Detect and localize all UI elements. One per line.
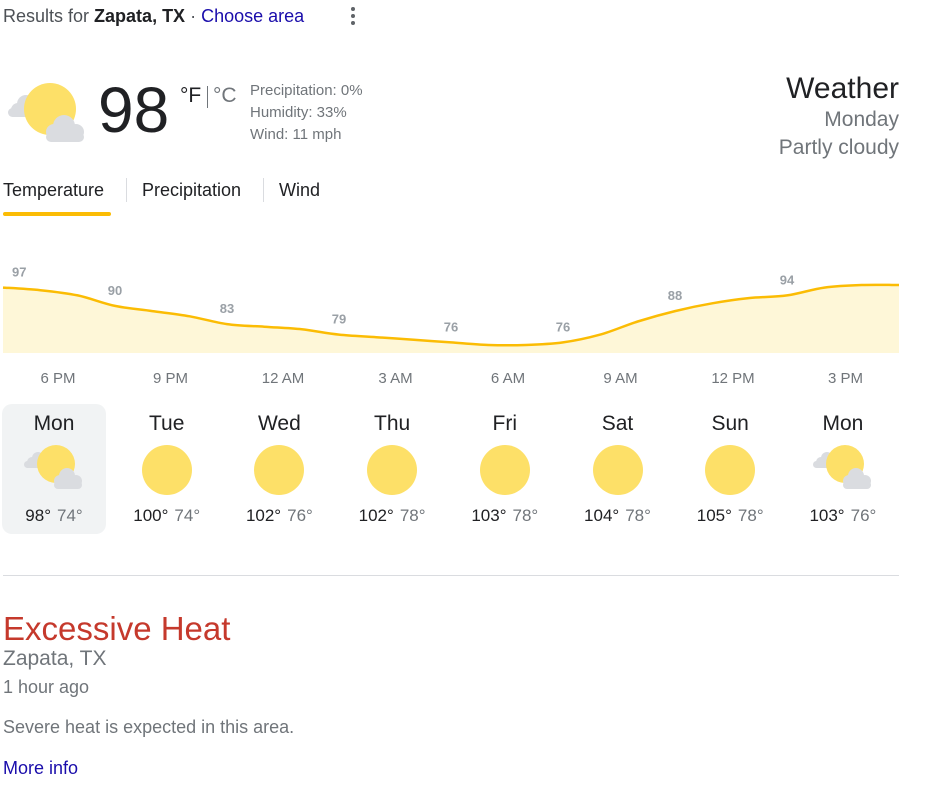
forecast-temps: 103° 78° — [453, 506, 557, 526]
forecast-low: 76° — [287, 506, 313, 525]
forecast-day-sun[interactable]: Sun 105° 78° — [678, 404, 782, 534]
forecast-day-name: Mon — [33, 412, 75, 435]
tab-separator — [263, 178, 264, 202]
more-info-link[interactable]: More info — [3, 758, 78, 779]
partly-cloudy-icon — [8, 83, 84, 142]
forecast-day-fri[interactable]: Fri 103° 78° — [453, 404, 557, 534]
forecast-day-tue[interactable]: Tue 100° 74° — [115, 404, 219, 534]
forecast-low: 78° — [399, 506, 426, 525]
unit-fahrenheit-toggle[interactable]: °F — [180, 84, 201, 108]
forecast-temps: 103° 76° — [791, 506, 895, 526]
active-tab-indicator — [3, 212, 111, 216]
temperature-data-label: 76 — [556, 319, 570, 334]
choose-area-link[interactable]: Choose area — [201, 6, 304, 26]
tab-wind[interactable]: Wind — [279, 180, 320, 201]
forecast-day-name: Fri — [492, 412, 518, 435]
tab-separator — [126, 178, 127, 202]
wind-detail: Wind: 11 mph — [250, 126, 342, 143]
forecast-day-name: Sun — [711, 412, 749, 435]
alert-time: 1 hour ago — [3, 677, 90, 697]
time-label: 3 AM — [378, 370, 413, 387]
forecast-low: 78° — [737, 506, 764, 525]
forecast-high: 98° — [25, 506, 51, 525]
forecast-low: 78° — [625, 506, 651, 525]
temperature-data-label: 94 — [780, 272, 795, 287]
weather-condition: Partly cloudy — [778, 136, 899, 159]
more-options-icon[interactable] — [343, 4, 363, 28]
results-location: Zapata, TX — [94, 6, 186, 26]
forecast-low: 78° — [512, 506, 539, 525]
weather-day: Monday — [824, 108, 899, 131]
time-label: 12 PM — [711, 370, 755, 387]
forecast-high: 102° — [358, 506, 394, 525]
unit-celsius-toggle[interactable]: °C — [213, 84, 237, 108]
sunny-icon — [367, 445, 418, 495]
forecast-high: 100° — [133, 506, 169, 525]
temperature-chart: 97 90 83 79 76 76 88 94 — [2, 265, 900, 353]
forecast-temps: 105° 78° — [678, 506, 782, 526]
precipitation-detail: Precipitation: 0% — [250, 82, 363, 99]
temperature-data-label: 90 — [108, 283, 122, 298]
forecast-temps: 100° 74° — [115, 506, 219, 526]
time-label: 6 PM — [40, 370, 76, 387]
current-temperature: 98 — [98, 74, 170, 146]
forecast-high: 103° — [809, 506, 845, 525]
forecast-low: 74° — [174, 506, 201, 525]
forecast-day-wed[interactable]: Wed 102° 76° — [227, 404, 331, 534]
forecast-temps: 102° 78° — [340, 506, 444, 526]
weather-title: Weather — [786, 72, 899, 105]
forecast-day-thu[interactable]: Thu 102° 78° — [340, 404, 444, 534]
forecast-day-mon[interactable]: Mon 98° 74° — [2, 404, 106, 534]
tab-temperature[interactable]: Temperature — [3, 180, 104, 201]
forecast-high: 103° — [471, 506, 507, 525]
temperature-data-label: 97 — [12, 265, 26, 280]
forecast-temps: 98° 74° — [2, 506, 106, 526]
temperature-data-label: 76 — [444, 319, 458, 334]
forecast-day-name: Thu — [374, 412, 411, 435]
forecast-day-sat[interactable]: Sat 104° 78° — [566, 404, 670, 534]
time-label: 9 AM — [603, 370, 638, 387]
forecast-high: 102° — [245, 506, 282, 525]
partly-cloudy-icon — [812, 445, 871, 489]
sunny-icon — [479, 445, 530, 495]
forecast-day-name: Wed — [257, 412, 301, 435]
partly-cloudy-icon — [24, 445, 82, 489]
time-label: 9 PM — [152, 370, 188, 387]
results-separator: · — [190, 6, 197, 26]
alert-title: Excessive Heat — [3, 610, 231, 647]
section-divider — [3, 575, 899, 576]
results-prefix: Results for — [3, 6, 90, 26]
forecast-day-name: Mon — [822, 412, 864, 435]
alert-description: Severe heat is expected in this area. — [3, 717, 295, 737]
results-for-line: Results for Zapata, TX · Choose area — [3, 6, 304, 27]
tab-precipitation[interactable]: Precipitation — [142, 180, 241, 201]
forecast-day-name: Tue — [148, 412, 185, 435]
forecast-low: 76° — [850, 506, 877, 525]
time-label: 12 AM — [261, 370, 305, 387]
forecast-high: 104° — [584, 506, 620, 525]
temperature-data-label: 79 — [332, 312, 346, 327]
sunny-icon — [705, 445, 756, 495]
sunny-icon — [141, 445, 192, 495]
forecast-low: 74° — [57, 506, 83, 525]
humidity-detail: Humidity: 33% — [250, 104, 347, 121]
time-label: 6 AM — [490, 370, 526, 387]
forecast-day-mon[interactable]: Mon 103° 76° — [791, 404, 895, 534]
forecast-temps: 104° 78° — [566, 506, 670, 526]
forecast-temps: 102° 76° — [227, 506, 331, 526]
sunny-icon — [592, 445, 643, 495]
temperature-data-label: 88 — [668, 288, 682, 303]
unit-separator — [207, 86, 208, 108]
alert-location: Zapata, TX — [3, 647, 107, 670]
temperature-data-label: 83 — [220, 301, 234, 316]
time-label: 3 PM — [827, 370, 863, 387]
forecast-high: 105° — [696, 506, 732, 525]
forecast-day-name: Sat — [601, 412, 634, 435]
sunny-icon — [254, 445, 305, 495]
